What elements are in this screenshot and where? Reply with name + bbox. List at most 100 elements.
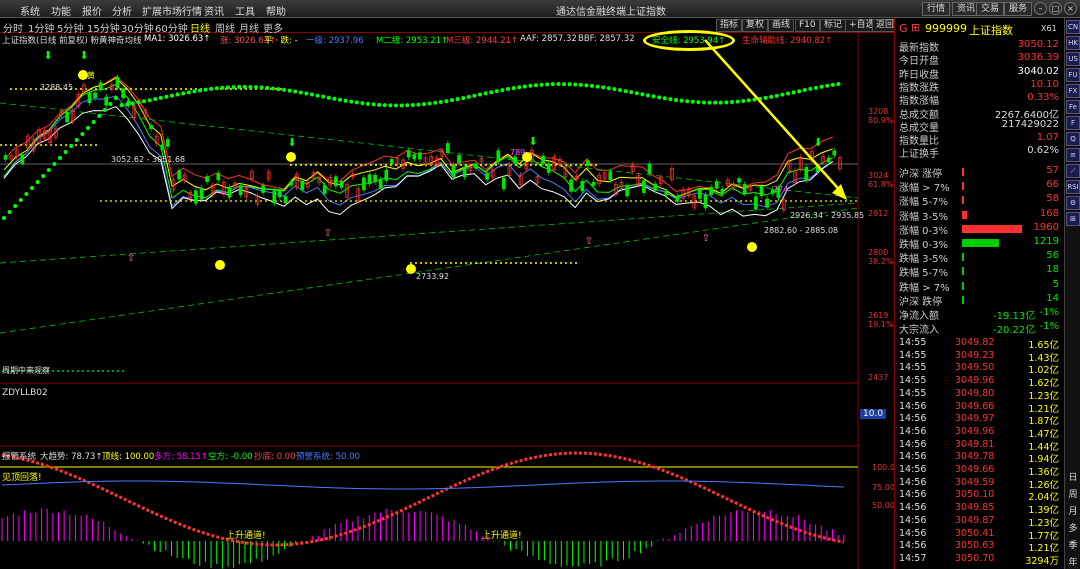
life-line-dot bbox=[298, 90, 303, 95]
candle-body bbox=[289, 181, 293, 186]
life-line-dot bbox=[702, 100, 706, 105]
menu-analysis[interactable]: 分析 bbox=[112, 3, 132, 18]
tick-row[interactable]: 14:56 3049.59 1.26亿 bbox=[895, 477, 1065, 491]
side-tab[interactable]: F bbox=[1066, 116, 1080, 130]
tick-row[interactable]: 14:55 3049.96 1.62亿 bbox=[895, 375, 1065, 389]
side-tab[interactable]: HK bbox=[1066, 36, 1080, 50]
life-line-dot bbox=[623, 89, 628, 94]
side-tab[interactable]: ≡ bbox=[1066, 148, 1080, 162]
legend-ma6: M三级: 2944.21↑ bbox=[446, 36, 519, 46]
side-tab[interactable]: 日 bbox=[1067, 470, 1079, 483]
candle-body bbox=[720, 188, 725, 195]
candle-body bbox=[664, 191, 669, 196]
trade-button[interactable]: 交易 bbox=[976, 2, 1004, 16]
close-icon[interactable]: × bbox=[1064, 2, 1077, 15]
life-line-dot bbox=[466, 94, 471, 99]
side-tab[interactable]: RSI bbox=[1066, 180, 1080, 194]
life-line-dot bbox=[646, 93, 650, 98]
side-tab[interactable]: FU bbox=[1066, 68, 1080, 82]
candle-body bbox=[339, 180, 344, 188]
quote-row: 总成交额 2267.6400亿 bbox=[895, 106, 1065, 121]
menu-quote[interactable]: 报价 bbox=[82, 3, 102, 18]
tick-row[interactable]: 14:55 3049.80 1.23亿 bbox=[895, 388, 1065, 402]
minimize-icon[interactable]: – bbox=[1034, 2, 1047, 15]
side-tab[interactable]: 年 bbox=[1067, 555, 1079, 568]
coin-icon bbox=[286, 152, 296, 162]
tick-row[interactable]: 14:57 3050.70 3294万 bbox=[895, 553, 1065, 567]
tick-row[interactable]: 14:56 3049.97 1.87亿 bbox=[895, 413, 1065, 427]
distribution-value: 1219 bbox=[1033, 236, 1059, 247]
menu-system[interactable]: 系统 bbox=[20, 3, 40, 18]
tick-time: 14:56 bbox=[899, 425, 927, 437]
tick-price: 3049.78 bbox=[955, 451, 995, 463]
tick-row[interactable]: 14:56 3049.87 1.23亿 bbox=[895, 515, 1065, 529]
menu-function[interactable]: 功能 bbox=[51, 3, 71, 18]
tick-row[interactable]: 14:55 3049.50 1.02亿 bbox=[895, 362, 1065, 376]
candle-body bbox=[474, 164, 478, 169]
life-line-dot bbox=[46, 168, 51, 172]
menu-tools[interactable]: 工具 bbox=[235, 3, 255, 18]
candle-body bbox=[121, 88, 125, 99]
side-tab[interactable]: Q bbox=[1066, 132, 1080, 146]
draw-button[interactable]: 画线 bbox=[768, 19, 795, 32]
tick-row[interactable]: 14:55 3049.23 1.43亿 bbox=[895, 350, 1065, 364]
tick-row[interactable]: 14:56 3049.66 1.21亿 bbox=[895, 400, 1065, 415]
side-tab[interactable]: FX bbox=[1066, 84, 1080, 98]
f10-button[interactable]: F10 bbox=[795, 19, 820, 32]
life-line-dot bbox=[444, 99, 449, 104]
tick-row[interactable]: 14:56 3050.41 1.77亿 bbox=[895, 528, 1065, 542]
tick-row[interactable]: 14:56 3049.66 1.36亿 bbox=[895, 464, 1065, 478]
life-line-dot bbox=[556, 82, 561, 87]
side-tab[interactable]: ⊞ bbox=[1066, 212, 1080, 226]
life-line-dot bbox=[802, 88, 807, 93]
tick-row[interactable]: 14:56 3049.96 1.47亿 bbox=[895, 425, 1065, 440]
life-line-dot bbox=[651, 94, 656, 99]
sub1-value: 10.0 bbox=[860, 409, 887, 419]
side-tab[interactable]: US bbox=[1066, 52, 1080, 66]
candle-body bbox=[104, 96, 109, 106]
menu-help[interactable]: 帮助 bbox=[266, 3, 286, 18]
side-tab[interactable]: 周 bbox=[1067, 487, 1079, 500]
side-tab[interactable]: CN bbox=[1066, 20, 1080, 34]
candle-body bbox=[115, 76, 120, 88]
moving-average-lines bbox=[0, 75, 859, 372]
tick-row[interactable]: 14:56 3049.78 1.94亿 bbox=[895, 451, 1065, 465]
tick-row[interactable]: 14:56 3049.81 1.44亿 bbox=[895, 439, 1065, 453]
life-line-dot bbox=[606, 86, 611, 91]
kline-chart[interactable]: ⬇ ⬇ ⬇ ⬇ ⬇ ⇧ ⇧ ⇧ ⇧ bbox=[0, 33, 894, 569]
flow-row: 大宗流入 -20.22亿 -1% bbox=[895, 321, 1065, 336]
side-tab[interactable]: 月 bbox=[1067, 504, 1079, 517]
life-line-dot bbox=[584, 83, 589, 88]
life-line-dot bbox=[830, 82, 835, 87]
candle-body bbox=[166, 139, 170, 147]
life-line-dot bbox=[422, 102, 426, 107]
side-tab[interactable]: Fe bbox=[1066, 100, 1080, 114]
quote-button[interactable]: 行情 bbox=[922, 2, 950, 16]
indicator-button[interactable]: 指标 bbox=[716, 19, 743, 32]
tick-row[interactable]: 14:56 3050.63 1.21亿 bbox=[895, 540, 1065, 554]
mark-button[interactable]: 标记 bbox=[820, 19, 847, 32]
candle-body bbox=[216, 172, 221, 181]
sub1-title: ZDYLLB02 bbox=[2, 388, 48, 398]
menu-news[interactable]: 资讯 bbox=[204, 3, 224, 18]
life-line-dot bbox=[534, 83, 538, 88]
side-tab[interactable]: ⟋ bbox=[1066, 164, 1080, 178]
life-line-dot bbox=[567, 82, 572, 87]
service-button[interactable]: 服务 bbox=[1004, 2, 1032, 16]
tick-price: 3049.66 bbox=[955, 400, 995, 412]
tick-row[interactable]: 14:56 3050.10 2.04亿 bbox=[895, 489, 1065, 503]
side-tab[interactable]: 多 bbox=[1067, 521, 1079, 534]
maximize-icon[interactable]: □ bbox=[1049, 2, 1062, 15]
life-line-dot bbox=[332, 96, 337, 101]
life-line-dot bbox=[97, 114, 102, 118]
distribution-row: 沪深 跌停 14 bbox=[895, 293, 1065, 308]
menu-ext-market[interactable]: 扩展市场行情 bbox=[142, 3, 202, 18]
side-tab[interactable]: 季 bbox=[1067, 538, 1079, 551]
side-tab[interactable]: ⚙ bbox=[1066, 196, 1080, 210]
candle-body bbox=[261, 185, 265, 193]
tick-row[interactable]: 14:55 3049.82 1.65亿 bbox=[895, 337, 1065, 351]
distribution-bar bbox=[962, 224, 1022, 233]
flag-icon: ⊞ bbox=[911, 21, 921, 34]
tick-row[interactable]: 14:56 3049.85 1.39亿 bbox=[895, 502, 1065, 516]
adjust-button[interactable]: 复权 bbox=[742, 19, 769, 32]
